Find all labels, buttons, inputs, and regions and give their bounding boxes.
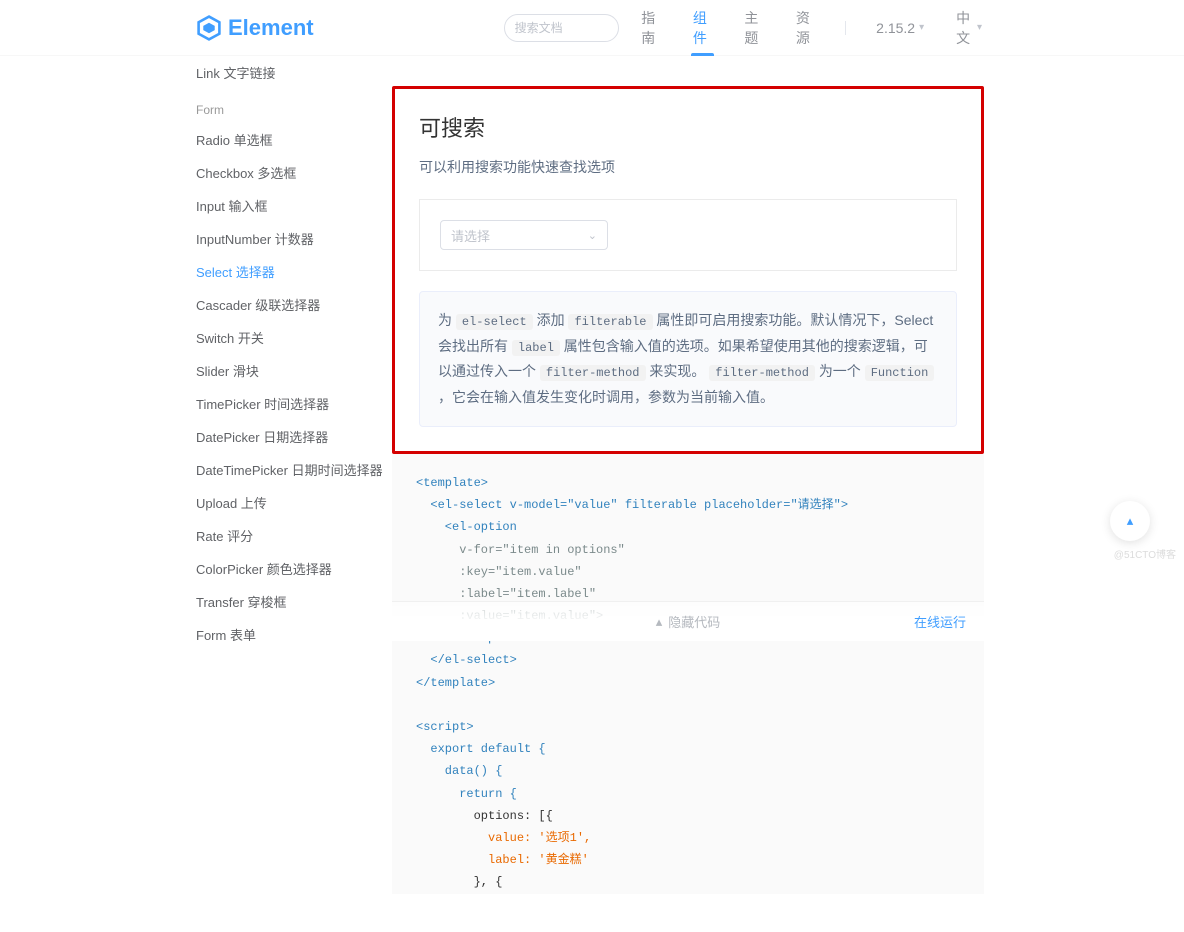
demo-title: 可搜索 xyxy=(419,111,957,143)
code-keyword: label xyxy=(512,340,560,356)
caret-up-icon: ▴ xyxy=(656,614,663,630)
code-keyword: Function xyxy=(865,365,935,381)
code-keyword: filter-method xyxy=(709,365,815,381)
sidebar-item-select[interactable]: Select 选择器 xyxy=(196,255,392,288)
sidebar-item-timepicker[interactable]: TimePicker 时间选择器 xyxy=(196,387,392,420)
brand-text: Element xyxy=(228,15,314,41)
code-keyword: el-select xyxy=(456,314,533,330)
run-online-button[interactable]: 在线运行 xyxy=(914,612,966,631)
sidebar-item-upload[interactable]: Upload 上传 xyxy=(196,486,392,519)
search-placeholder: 搜索文档 xyxy=(515,19,563,36)
sidebar-item-radio[interactable]: Radio 单选框 xyxy=(196,123,392,156)
nav-component[interactable]: 组件 xyxy=(691,0,715,56)
code-footer: ▴ 隐藏代码 在线运行 xyxy=(392,601,984,641)
brand-logo[interactable]: Element xyxy=(196,15,314,41)
sidebar-item-input[interactable]: Input 输入框 xyxy=(196,189,392,222)
select-placeholder: 请选择 xyxy=(451,226,490,245)
code-keyword: filter-method xyxy=(540,365,646,381)
nav-separator xyxy=(845,21,846,35)
nav-guide[interactable]: 指南 xyxy=(639,0,663,56)
code-pre: <template> <el-select v-model="value" fi… xyxy=(416,472,960,894)
content-area: 可搜索 可以利用搜索功能快速查找选项 请选择 ⌄ 为 el-select 添加 … xyxy=(392,56,1184,932)
chevron-down-icon: ⌄ xyxy=(588,229,597,242)
demo-preview: 请选择 ⌄ xyxy=(419,199,957,271)
sidebar-item-slider[interactable]: Slider 滑块 xyxy=(196,354,392,387)
main-nav: 指南 组件 主题 资源 2.15.2▾ 中文▾ xyxy=(639,0,984,56)
sidebar-item-inputnumber[interactable]: InputNumber 计数器 xyxy=(196,222,392,255)
lang-dropdown[interactable]: 中文▾ xyxy=(954,0,984,56)
demo-subtitle: 可以利用搜索功能快速查找选项 xyxy=(419,157,957,177)
select-input[interactable]: 请选择 ⌄ xyxy=(440,220,608,250)
element-logo-icon xyxy=(196,15,222,41)
nav-resource[interactable]: 资源 xyxy=(794,0,818,56)
sidebar-item-checkbox[interactable]: Checkbox 多选框 xyxy=(196,156,392,189)
sidebar-item-form[interactable]: Form 表单 xyxy=(196,618,392,641)
app-header: Element 搜索文档 指南 组件 主题 资源 2.15.2▾ 中文▾ xyxy=(0,0,1184,56)
sidebar-item-cascader[interactable]: Cascader 级联选择器 xyxy=(196,288,392,321)
version-dropdown[interactable]: 2.15.2▾ xyxy=(874,0,926,56)
caret-up-icon: ▴ xyxy=(1127,513,1134,529)
sidebar-item-rate[interactable]: Rate 评分 xyxy=(196,519,392,552)
sidebar-group-form: Form xyxy=(196,89,392,123)
chevron-down-icon: ▾ xyxy=(919,22,924,33)
code-keyword: filterable xyxy=(568,314,652,330)
nav-theme[interactable]: 主题 xyxy=(742,0,766,56)
chevron-down-icon: ▾ xyxy=(977,22,982,33)
sidebar-item-datetimepicker[interactable]: DateTimePicker 日期时间选择器 xyxy=(196,453,392,486)
sidebar-item-switch[interactable]: Switch 开关 xyxy=(196,321,392,354)
back-to-top-button[interactable]: ▴ xyxy=(1110,501,1150,541)
code-block: <template> <el-select v-model="value" fi… xyxy=(392,454,984,894)
sidebar-item-datepicker[interactable]: DatePicker 日期选择器 xyxy=(196,420,392,453)
demo-card-searchable: 可搜索 可以利用搜索功能快速查找选项 请选择 ⌄ 为 el-select 添加 … xyxy=(392,86,984,454)
sidebar: Link 文字链接 Form Radio 单选框 Checkbox 多选框 In… xyxy=(0,56,392,641)
sidebar-item-link[interactable]: Link 文字链接 xyxy=(196,56,392,89)
demo-tip: 为 el-select 添加 filterable 属性即可启用搜索功能。默认情… xyxy=(419,291,957,427)
sidebar-item-colorpicker[interactable]: ColorPicker 颜色选择器 xyxy=(196,552,392,585)
sidebar-item-transfer[interactable]: Transfer 穿梭框 xyxy=(196,585,392,618)
hide-code-button[interactable]: ▴ 隐藏代码 xyxy=(656,612,721,631)
doc-search-input[interactable]: 搜索文档 xyxy=(504,14,620,42)
